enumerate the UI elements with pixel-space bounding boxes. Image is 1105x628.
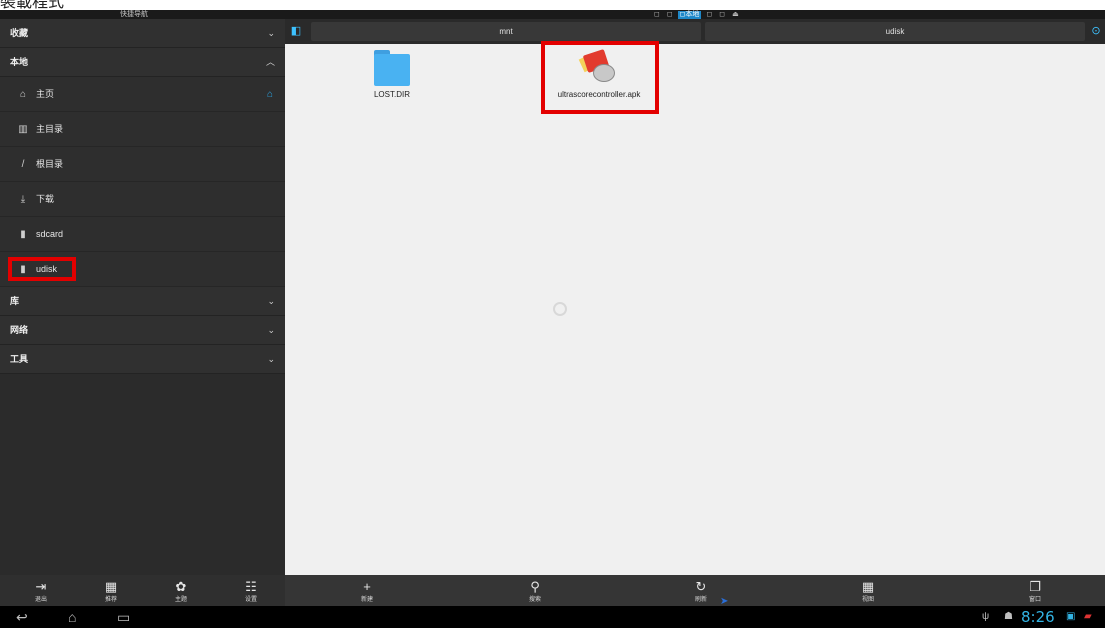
sidebar-section-library[interactable]: 库 ⌄ [0, 287, 285, 316]
sidebar-section-tools[interactable]: 工具 ⌄ [0, 345, 285, 374]
chevron-up-icon: ︿ [265, 57, 275, 67]
chevron-down-icon: ⌄ [267, 28, 275, 38]
status-indicators: ◻ ◻ ◻本地 ◻ ◻ ⏏ [652, 10, 741, 19]
plus-icon: + [363, 579, 371, 594]
sidebar-item-label: 主目录 [36, 124, 64, 134]
breadcrumb-mnt[interactable]: mnt [311, 22, 701, 41]
recommend-button[interactable]: ▦ 推荐 [96, 575, 126, 606]
button-label: 刷新 [694, 597, 707, 603]
gift-icon: ▦ [104, 579, 118, 594]
view-button[interactable]: ▦ 视图 [853, 575, 883, 606]
sidebar-item-label: 主页 [36, 89, 55, 99]
top-status-bar: 快捷导航 ◻ ◻ ◻本地 ◻ ◻ ⏏ [0, 10, 1105, 19]
sidebar-section-network[interactable]: 网络 ⌄ [0, 316, 285, 345]
theme-icon: ✿ [175, 579, 187, 594]
button-label: 主题 [174, 597, 187, 603]
recent-apps-icon[interactable]: ▭ [117, 606, 130, 628]
search-button[interactable]: ⚲ 搜索 [520, 575, 550, 606]
section-label: 工具 [10, 354, 29, 364]
button-label: 推荐 [104, 597, 117, 603]
home-icon[interactable]: ⌂ [68, 606, 76, 628]
search-icon: ⚲ [530, 579, 540, 594]
button-label: 窗口 [1028, 597, 1041, 603]
button-label: 新建 [360, 597, 373, 603]
status-item-window[interactable]: ◻ [652, 11, 662, 19]
button-label: 视图 [861, 597, 874, 603]
clock-time: 8:26 [1021, 608, 1055, 626]
download-icon: ⤓ [20, 194, 26, 205]
status-item-window[interactable]: ◻ [704, 11, 714, 19]
history-icon[interactable]: ⊙ [1089, 22, 1103, 40]
android-debug-icon: ☗ [1004, 611, 1013, 622]
folder-icon: ▥ [18, 124, 28, 135]
settings-button[interactable]: ☷ 设置 [236, 575, 266, 606]
window-button[interactable]: ❐ 窗口 [1020, 575, 1050, 606]
theme-button[interactable]: ✿ 主题 [166, 575, 196, 606]
refresh-button[interactable]: ↻ 刷新 [686, 575, 716, 606]
caption-text: 裝載程式 [0, 0, 65, 10]
button-label: 退出 [34, 597, 47, 603]
file-item-lost-dir[interactable]: LOST.DIR [347, 50, 437, 100]
status-item-window[interactable]: ◻ [717, 11, 727, 19]
status-item-window[interactable]: ◻ [665, 11, 675, 19]
folder-icon [374, 50, 410, 86]
section-label: 网络 [10, 325, 29, 335]
refresh-icon: ↻ [695, 579, 707, 594]
sidebar-item-sdcard[interactable]: ▮ sdcard [0, 217, 285, 252]
home-icon: ⌂ [19, 89, 27, 100]
file-name: LOST.DIR [373, 90, 410, 99]
highlight-box-apk [541, 41, 659, 114]
file-list-area: LOST.DIR ultrascorecontroller.apk [285, 41, 1105, 575]
sidebar: 收藏 ⌄ 本地 ︿ ⌂ 主页 ⌂ ▥ 主目录 / 根目录 ⤓ 下载 ▮ sdca… [0, 19, 285, 575]
main-toolbar: + 新建 ⚲ 搜索 ↻ 刷新 ▦ 视图 ❐ 窗口 [285, 575, 1105, 606]
highlight-box-udisk [8, 257, 76, 281]
grid-view-icon: ▦ [861, 579, 875, 594]
sidebar-item-home[interactable]: ⌂ 主页 ⌂ [0, 77, 285, 112]
status-item-local[interactable]: ◻本地 [677, 10, 702, 19]
chevron-down-icon: ⌄ [267, 354, 275, 364]
back-icon[interactable]: ↩ [16, 606, 28, 628]
new-button[interactable]: + 新建 [352, 575, 382, 606]
window-icon: ❐ [1029, 579, 1041, 594]
button-label: 设置 [244, 597, 257, 603]
sidebar-item-home-directory[interactable]: ▥ 主目录 [0, 112, 285, 147]
exit-icon: ⇥ [35, 579, 47, 594]
chevron-down-icon: ⌄ [267, 296, 275, 306]
sidebar-item-label: 下载 [36, 194, 55, 204]
eject-icon[interactable]: ⏏ [730, 11, 741, 19]
system-navigation-bar: ↩ ⌂ ▭ ψ ☗ 8:26 ▣ ▰ [0, 606, 1105, 628]
set-home-icon[interactable]: ⌂ [267, 77, 273, 112]
sidebar-item-label: 根目录 [36, 159, 64, 169]
usb-icon: ψ [982, 611, 990, 622]
root-slash-icon: / [21, 159, 25, 170]
breadcrumb-udisk[interactable]: udisk [705, 22, 1085, 41]
loading-spinner [553, 302, 567, 316]
sidebar-section-favorites[interactable]: 收藏 ⌄ [0, 19, 285, 48]
chevron-down-icon: ⌄ [267, 325, 275, 335]
settings-sliders-icon: ☷ [245, 579, 257, 594]
sidebar-item-root[interactable]: / 根目录 [0, 147, 285, 182]
sidebar-item-download[interactable]: ⤓ 下载 [0, 182, 285, 217]
sidebar-empty-area [0, 374, 285, 575]
quick-nav-title: 快捷导航 [120, 11, 148, 18]
battery-icon: ▰ [1084, 611, 1092, 622]
button-label: 搜索 [528, 597, 541, 603]
section-label: 收藏 [10, 28, 29, 38]
sidebar-item-label: sdcard [36, 229, 64, 239]
section-label: 本地 [10, 57, 29, 67]
network-icon: ▣ [1066, 611, 1076, 622]
section-label: 库 [10, 296, 20, 306]
path-bar: ◧ mnt udisk ⊙ [285, 19, 1105, 44]
sidebar-section-local[interactable]: 本地 ︿ [0, 48, 285, 77]
window-switch-icon[interactable]: ◧ [289, 22, 303, 40]
exit-button[interactable]: ⇥ 退出 [26, 575, 56, 606]
sdcard-icon: ▮ [20, 229, 26, 240]
sidebar-toolbar: ⇥ 退出 ▦ 推荐 ✿ 主题 ☷ 设置 [0, 575, 285, 606]
